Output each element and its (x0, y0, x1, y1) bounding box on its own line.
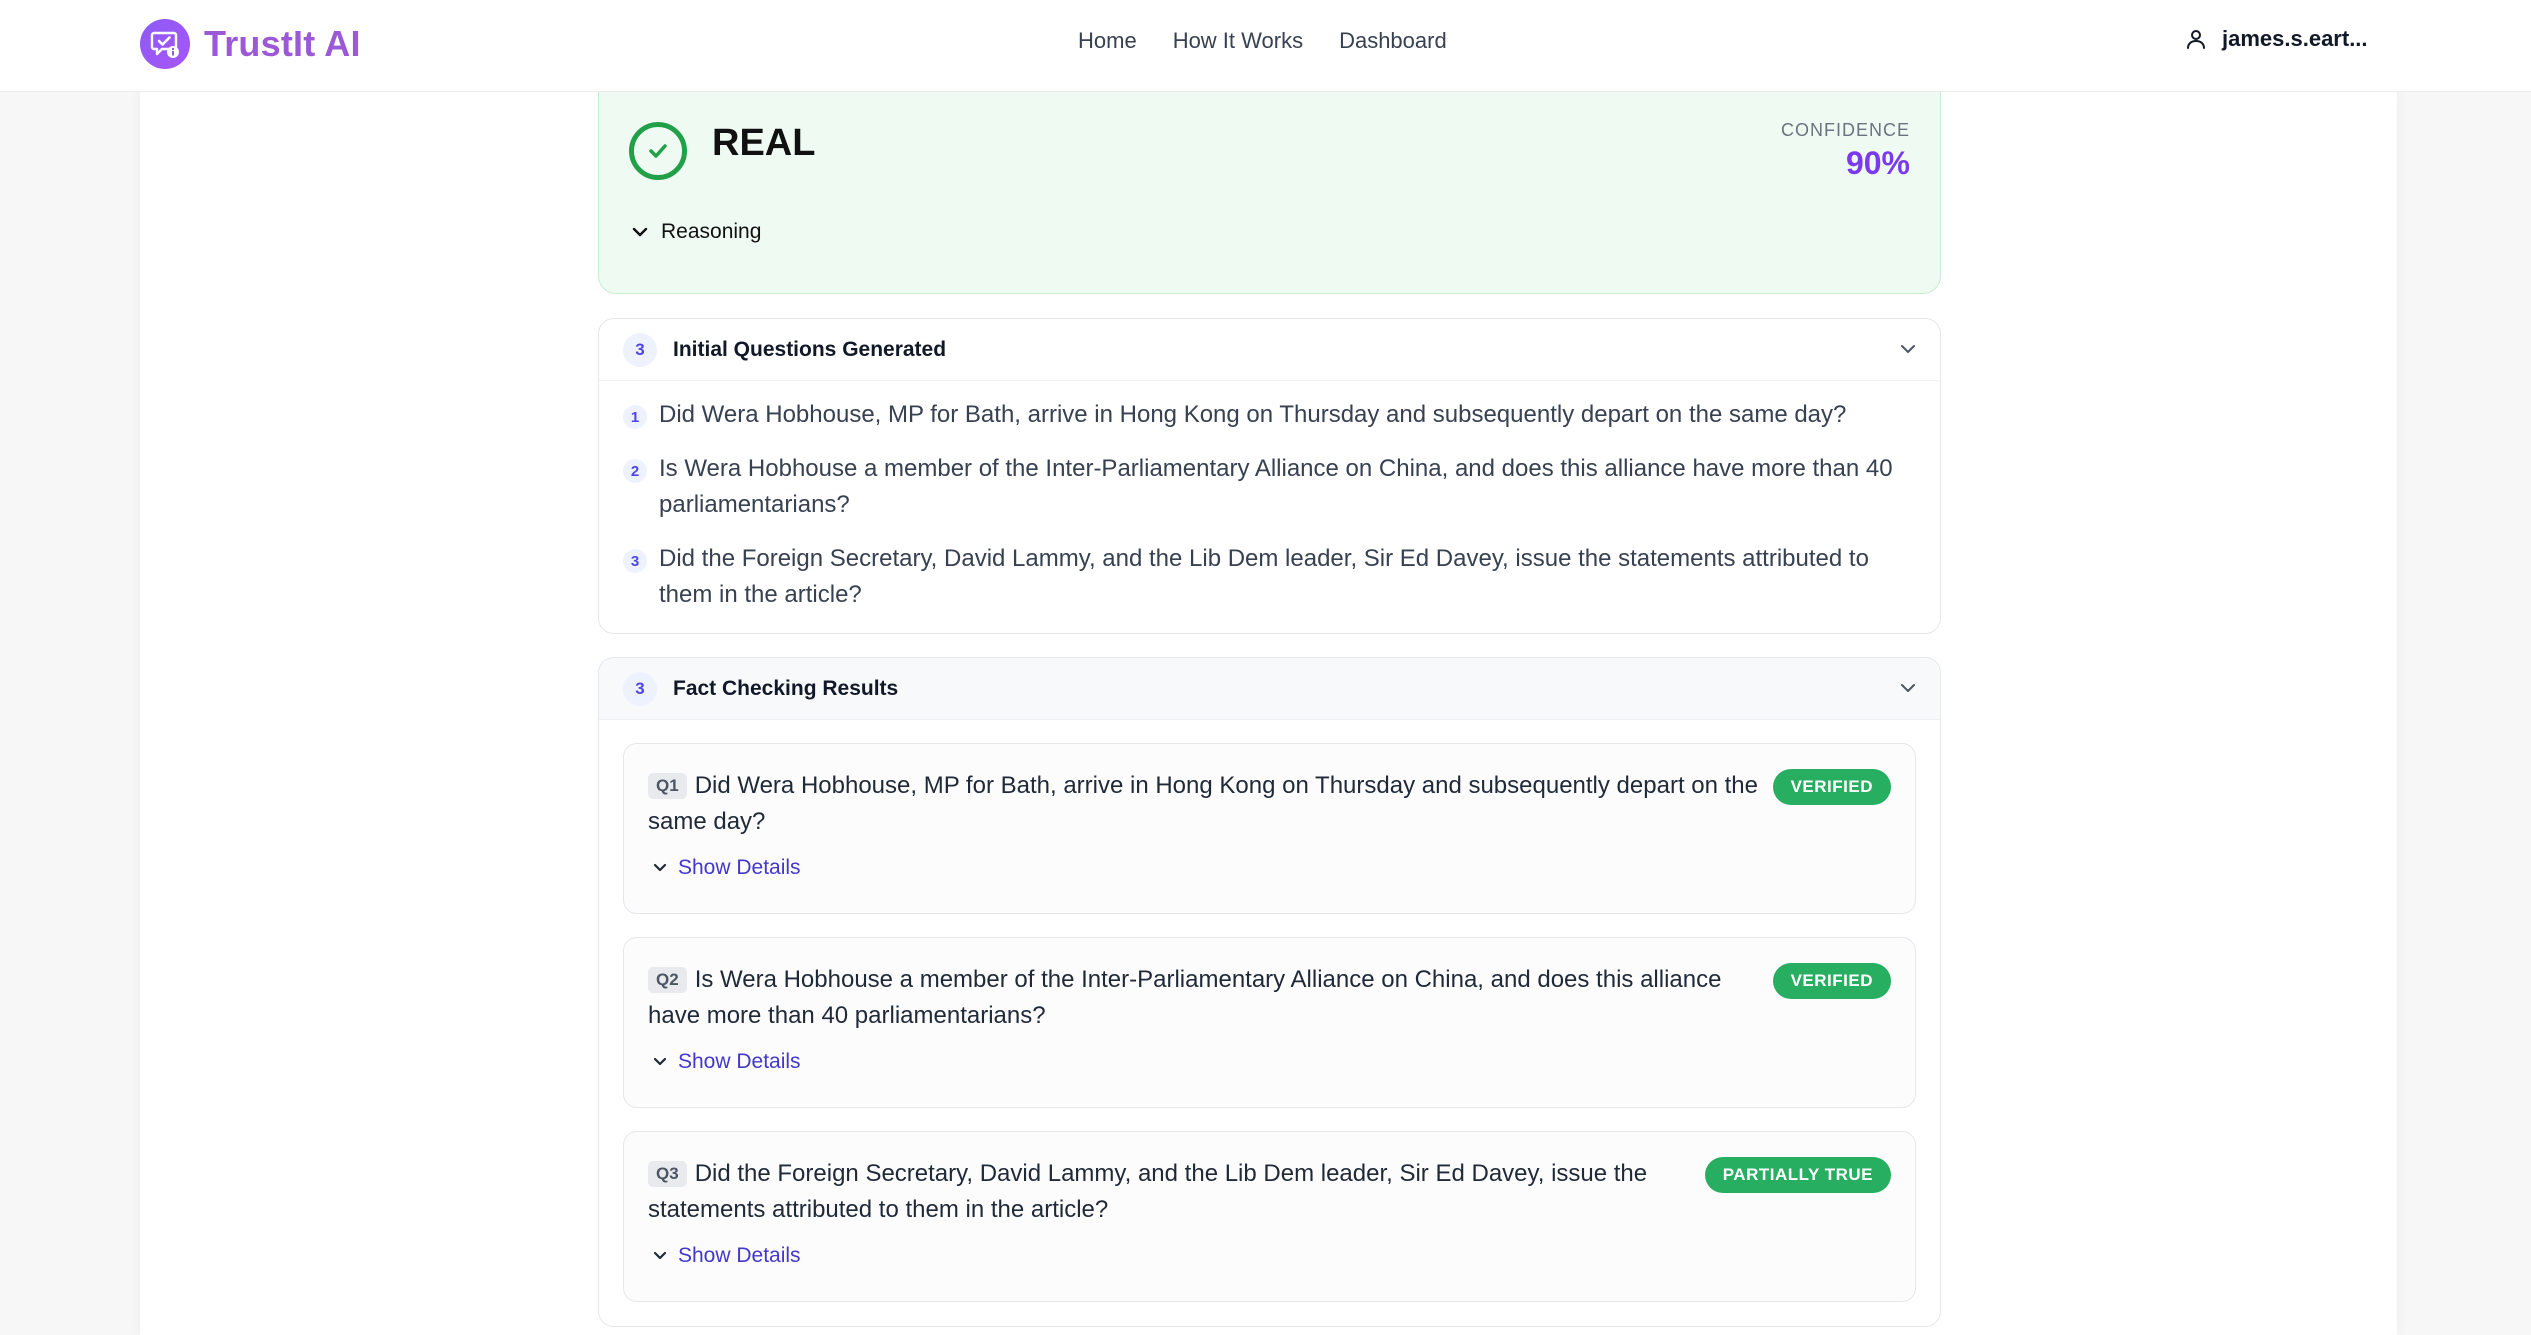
brand-name: TrustIt AI (204, 23, 361, 64)
chevron-down-icon (653, 863, 667, 872)
user-icon (2187, 30, 2205, 49)
question-number: 3 (623, 549, 647, 573)
status-badge: PARTIALLY TRUE (1704, 1157, 1891, 1193)
chevron-down-icon (632, 227, 648, 237)
chevron-down-icon (653, 1251, 667, 1260)
reasoning-toggle[interactable]: Reasoning (631, 220, 761, 244)
question-text: Is Wera Hobhouse a member of the Inter-P… (659, 455, 1893, 518)
question-count-badge: 3 (623, 332, 657, 367)
nav-home-link[interactable]: Home (1078, 28, 1137, 54)
question-list: 1 Did Wera Hobhouse, MP for Bath, arrive… (599, 381, 1940, 641)
nav-how-it-works-link[interactable]: How It Works (1173, 28, 1303, 54)
show-details-label: Show Details (678, 1244, 801, 1267)
list-item: 2 Is Wera Hobhouse a member of the Inter… (623, 451, 1916, 523)
verdict-label: REAL (712, 122, 816, 164)
show-details-label: Show Details (678, 1050, 801, 1073)
fact-check-card: Q3 Did the Foreign Secretary, David Lammy… (623, 1131, 1916, 1302)
status-badge: VERIFIED (1772, 769, 1891, 805)
chevron-down-icon (653, 1057, 667, 1066)
user-menu[interactable]: james.s.eart... (2184, 26, 2368, 52)
question-tag: Q1 (648, 773, 687, 799)
fact-check-question-text: Did Wera Hobhouse, MP for Bath, arrive i… (648, 772, 1758, 835)
result-count-badge: 3 (623, 671, 657, 706)
brand-logo-icon (140, 19, 190, 69)
fact-checking-header[interactable]: 3 Fact Checking Results (599, 658, 1940, 720)
show-details-label: Show Details (678, 856, 801, 879)
question-number: 2 (623, 459, 647, 483)
confidence-label: CONFIDENCE (1780, 120, 1910, 140)
fact-check-card: Q2 Is Wera Hobhouse a member of the Inter… (623, 937, 1916, 1108)
question-text: Did the Foreign Secretary, David Lammy, … (659, 545, 1869, 608)
show-details-button[interactable]: Show Details (652, 1050, 801, 1074)
fact-check-question: Q3 Did the Foreign Secretary, David Lammy… (648, 1156, 1698, 1228)
fact-check-question-text: Did the Foreign Secretary, David Lammy, … (648, 1160, 1648, 1223)
section-title: Initial Questions Generated (673, 337, 947, 361)
list-item: 3 Did the Foreign Secretary, David Lammy… (623, 541, 1916, 613)
confidence-block: CONFIDENCE 90% (1781, 120, 1910, 182)
initial-questions-section: 3 Initial Questions Generated 1 Did Wera… (598, 318, 1941, 634)
chevron-down-icon (1901, 684, 1915, 692)
question-tag: Q3 (648, 1161, 687, 1187)
check-circle-icon (629, 122, 687, 180)
brand[interactable]: TrustIt AI (140, 19, 361, 69)
show-details-button[interactable]: Show Details (652, 1244, 801, 1268)
verdict-panel: REAL CONFIDENCE 90% Reasoning (598, 92, 1941, 294)
top-navbar: TrustIt AI Home How It Works Dashboard j… (0, 0, 2531, 92)
chevron-down-icon (1901, 345, 1915, 353)
user-name: james.s.eart... (2222, 26, 2368, 51)
fact-check-card: Q1 Did Wera Hobhouse, MP for Bath, arrive… (623, 743, 1916, 914)
main-nav: Home How It Works Dashboard (1078, 28, 1447, 54)
fact-check-question: Q2 Is Wera Hobhouse a member of the Inter… (648, 962, 1758, 1034)
fact-check-question: Q1 Did Wera Hobhouse, MP for Bath, arrive… (648, 768, 1758, 840)
list-item: 1 Did Wera Hobhouse, MP for Bath, arrive… (623, 397, 1916, 433)
fact-check-question-text: Is Wera Hobhouse a member of the Inter-P… (648, 966, 1722, 1029)
question-tag: Q2 (648, 967, 687, 993)
question-text: Did Wera Hobhouse, MP for Bath, arrive i… (659, 401, 1847, 428)
section-title: Fact Checking Results (673, 676, 899, 700)
fact-checking-section: 3 Fact Checking Results Q1 Did Wera Hobho… (598, 657, 1941, 1327)
status-badge: VERIFIED (1772, 963, 1891, 999)
question-number: 1 (623, 405, 647, 429)
show-details-button[interactable]: Show Details (652, 856, 801, 880)
reasoning-label: Reasoning (661, 220, 762, 243)
nav-dashboard-link[interactable]: Dashboard (1339, 28, 1447, 54)
initial-questions-header[interactable]: 3 Initial Questions Generated (599, 319, 1940, 381)
confidence-value: 90% (1845, 145, 1910, 181)
